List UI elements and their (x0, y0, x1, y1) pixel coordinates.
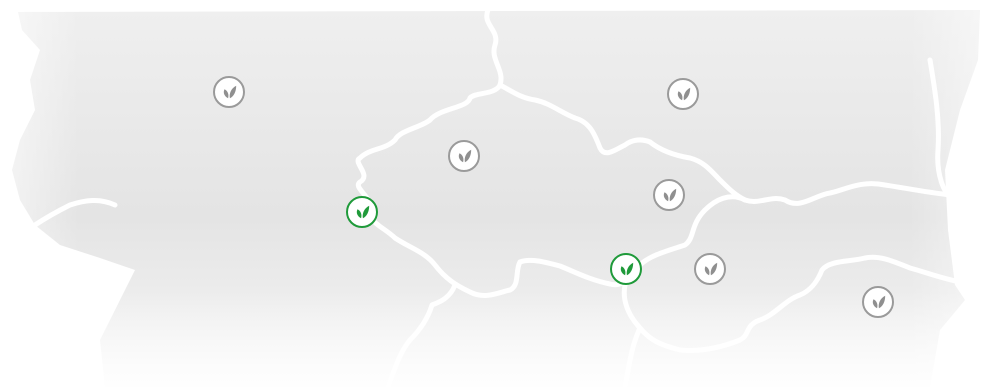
leaf-icon (704, 262, 718, 276)
leaf-icon (223, 85, 237, 99)
location-marker-active[interactable] (610, 253, 642, 285)
location-marker[interactable] (653, 179, 685, 211)
location-marker[interactable] (448, 140, 480, 172)
map-background (0, 0, 988, 387)
map-container[interactable] (0, 0, 988, 387)
leaf-icon (620, 262, 634, 276)
leaf-icon (663, 188, 677, 202)
leaf-icon (872, 295, 886, 309)
location-marker[interactable] (862, 286, 894, 318)
location-marker[interactable] (694, 253, 726, 285)
leaf-icon (458, 149, 472, 163)
location-marker[interactable] (213, 76, 245, 108)
location-marker-active[interactable] (346, 196, 378, 228)
leaf-icon (356, 205, 370, 219)
location-marker[interactable] (667, 78, 699, 110)
leaf-icon (677, 87, 691, 101)
